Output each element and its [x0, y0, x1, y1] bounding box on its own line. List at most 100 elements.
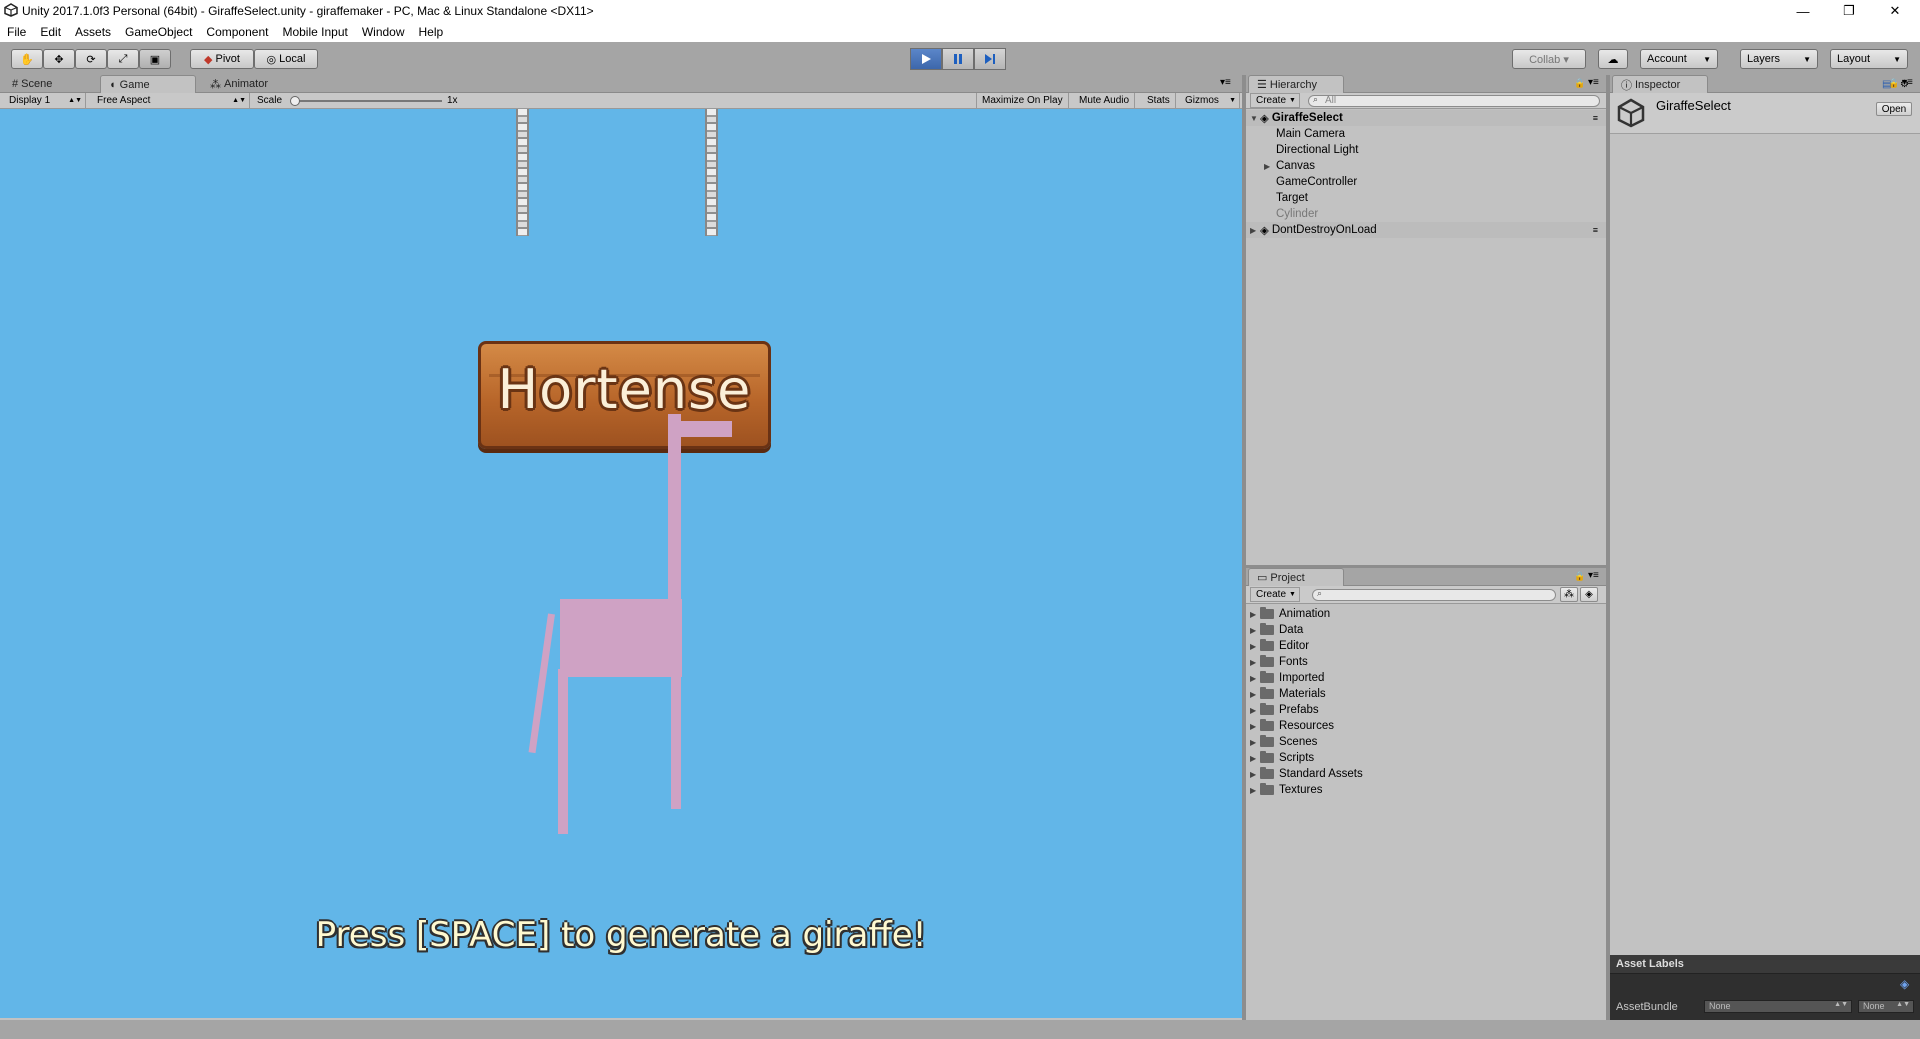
project-toolbar: Create ▼ ⌕ ⁂ ◈	[1246, 586, 1606, 604]
aspect-dropdown[interactable]: Free Aspect ▲▼	[92, 93, 250, 108]
maximize-on-play-toggle[interactable]: Maximize On Play	[976, 93, 1069, 108]
lock-icon[interactable]: 🔒	[1574, 571, 1585, 582]
filter-type-button[interactable]: ⁂	[1560, 587, 1578, 602]
minimize-button[interactable]: —	[1780, 0, 1826, 22]
folder-item[interactable]: ▶ Animation	[1246, 606, 1606, 622]
scale-tool-button[interactable]: ⤢	[107, 49, 139, 69]
local-icon: ◎	[266, 53, 277, 66]
hierarchy-item[interactable]: Target	[1246, 190, 1606, 206]
asset-variant-dropdown[interactable]: None ▲▼	[1858, 1000, 1914, 1013]
rotate-tool-button[interactable]: ⟳	[75, 49, 107, 69]
project-search-input[interactable]: ⌕	[1312, 588, 1556, 601]
open-button[interactable]: Open	[1876, 102, 1912, 116]
hierarchy-search-input[interactable]: ⌕ All	[1308, 94, 1600, 107]
info-icon: ⓘ	[1621, 79, 1632, 92]
layers-dropdown[interactable]: Layers ▼	[1740, 49, 1818, 69]
tab-game[interactable]: ◖ Game	[100, 75, 196, 93]
folder-item[interactable]: ▶ Standard Assets	[1246, 766, 1606, 782]
collab-dropdown[interactable]: Collab ▾	[1512, 49, 1586, 69]
hierarchy-item-disabled[interactable]: Cylinder	[1246, 206, 1606, 222]
menu-edit[interactable]: Edit	[33, 25, 68, 39]
mute-audio-toggle[interactable]: Mute Audio	[1074, 93, 1136, 108]
right-chain	[705, 109, 718, 236]
pause-button[interactable]	[942, 48, 974, 70]
step-button[interactable]	[974, 48, 1006, 70]
folder-icon	[1260, 607, 1274, 619]
folder-label: Textures	[1279, 784, 1323, 796]
pivot-toggle[interactable]: ◆ Pivot	[190, 49, 254, 69]
options-icon: ≡	[1592, 113, 1598, 123]
lock-icon[interactable]: 🔒	[1574, 78, 1585, 89]
gear-icon[interactable]: ⚙	[1900, 79, 1909, 90]
display-label: Display 1	[9, 95, 51, 106]
scale-slider-track[interactable]	[292, 100, 442, 102]
menu-help[interactable]: Help	[412, 25, 451, 39]
inspector-header: GiraffeSelect Open ▤ ⚙	[1610, 79, 1920, 134]
menu-window[interactable]: Window	[355, 25, 412, 39]
asset-labels-header[interactable]: Asset Labels	[1610, 955, 1920, 974]
pacman-icon: ◖	[109, 78, 116, 91]
hand-tool-button[interactable]: ✋	[11, 49, 43, 69]
stats-toggle[interactable]: Stats	[1142, 93, 1176, 108]
menu-component[interactable]: Component	[199, 25, 275, 39]
folder-label: Resources	[1279, 720, 1334, 732]
hierarchy-item[interactable]: GameController	[1246, 174, 1606, 190]
folder-item[interactable]: ▶ Textures	[1246, 782, 1606, 798]
folder-item[interactable]: ▶ Scripts	[1246, 750, 1606, 766]
collab-label: Collab ▾	[1529, 53, 1569, 66]
folder-item[interactable]: ▶ Materials	[1246, 686, 1606, 702]
scale-control[interactable]: Scale 1x	[252, 93, 472, 108]
folder-icon	[1260, 703, 1274, 715]
scene-root-item[interactable]: ▼ ◈ GiraffeSelect ≡	[1246, 110, 1606, 126]
hierarchy-item[interactable]: ▶ Canvas	[1246, 158, 1606, 174]
panel-menu-icon[interactable]: ▾≡	[1220, 77, 1231, 88]
folder-item[interactable]: ▶ Resources	[1246, 718, 1606, 734]
mute-label: Mute Audio	[1079, 95, 1130, 106]
layout-dropdown[interactable]: Layout ▼	[1830, 49, 1908, 69]
folder-item[interactable]: ▶ Scenes	[1246, 734, 1606, 750]
move-tool-button[interactable]: ✥	[43, 49, 75, 69]
hierarchy-create-dropdown[interactable]: Create ▼	[1250, 93, 1300, 108]
folder-icon	[1260, 767, 1274, 779]
play-button[interactable]	[910, 48, 942, 70]
restore-button[interactable]: ❐	[1826, 0, 1872, 22]
folder-item[interactable]: ▶ Imported	[1246, 670, 1606, 686]
help-book-icon[interactable]: ▤	[1882, 79, 1891, 90]
tab-project[interactable]: ▭ Project	[1248, 568, 1344, 586]
folder-item[interactable]: ▶ Data	[1246, 622, 1606, 638]
menu-assets[interactable]: Assets	[68, 25, 118, 39]
filter-label-button[interactable]: ◈	[1580, 587, 1598, 602]
inspector-object-name: GiraffeSelect	[1656, 98, 1731, 113]
account-dropdown[interactable]: Account ▼	[1640, 49, 1718, 69]
scene-name: GiraffeSelect	[1271, 112, 1343, 124]
folder-item[interactable]: ▶ Editor	[1246, 638, 1606, 654]
menu-file[interactable]: File	[0, 25, 33, 39]
menu-gameobject[interactable]: GameObject	[118, 25, 199, 39]
folder-item[interactable]: ▶ Fonts	[1246, 654, 1606, 670]
menu-mobile-input[interactable]: Mobile Input	[275, 25, 354, 39]
scale-slider-thumb[interactable]	[290, 96, 300, 106]
gizmos-dropdown[interactable]: Gizmos ▼	[1180, 93, 1240, 108]
asset-bundle-dropdown[interactable]: None ▲▼	[1704, 1000, 1852, 1013]
tab-scene[interactable]: # Scene	[4, 75, 60, 93]
hierarchy-item[interactable]: Directional Light	[1246, 142, 1606, 158]
cloud-button[interactable]: ☁	[1598, 49, 1628, 69]
folder-item[interactable]: ▶ Prefabs	[1246, 702, 1606, 718]
inspector-panel: ⓘ Inspector 🔒 ▾≡ GiraffeSelect Open ▤ ⚙ A…	[1610, 75, 1920, 1020]
tab-animator[interactable]: ⁂ Animator	[202, 75, 276, 93]
create-label: Create	[1256, 95, 1287, 106]
panel-menu-icon[interactable]: ▾≡	[1588, 77, 1599, 88]
rect-tool-button[interactable]: ▣	[139, 49, 171, 69]
panel-menu-icon[interactable]: ▾≡	[1588, 570, 1599, 581]
close-window-button[interactable]: ✕	[1872, 0, 1918, 22]
hierarchy-item[interactable]: Main Camera	[1246, 126, 1606, 142]
display-dropdown[interactable]: Display 1 ▲▼	[4, 93, 86, 108]
tab-inspector[interactable]: ⓘ Inspector	[1612, 75, 1708, 93]
game-viewport[interactable]: Hortense Press [SPACE] to generate a gir…	[0, 109, 1242, 1018]
local-toggle[interactable]: ◎ Local	[254, 49, 318, 69]
project-create-dropdown[interactable]: Create ▼	[1250, 587, 1300, 602]
tab-hierarchy[interactable]: ☰ Hierarchy	[1248, 75, 1344, 93]
project-tab-strip: ▭ Project 🔒 ▾≡	[1246, 568, 1606, 586]
label-tag-icon[interactable]: ◈	[1900, 977, 1909, 991]
dont-destroy-root-item[interactable]: ▶ ◈ DontDestroyOnLoad ≡	[1246, 222, 1606, 238]
